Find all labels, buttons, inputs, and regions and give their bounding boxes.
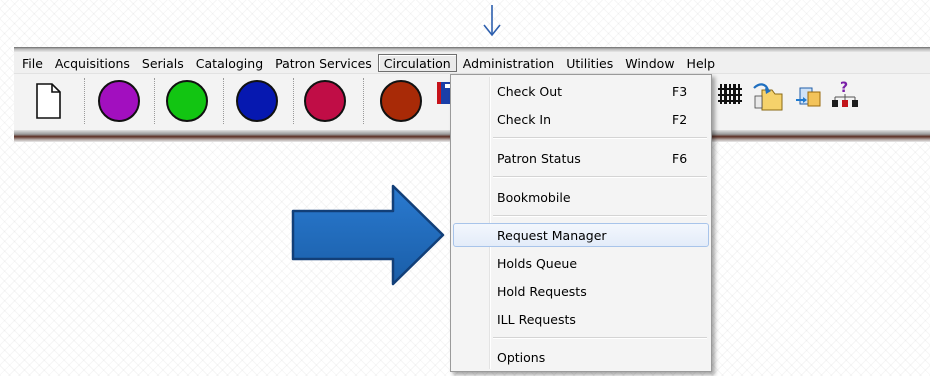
menu-acquisitions[interactable]: Acquisitions xyxy=(49,54,136,72)
menu-item-patron-status[interactable]: Patron Status F6 xyxy=(453,146,709,170)
blue-circle-button[interactable] xyxy=(228,76,284,126)
document-transfer-icon xyxy=(796,87,821,107)
document-transfer-button[interactable] xyxy=(790,76,824,126)
barcode-grid-button[interactable] xyxy=(714,76,746,126)
menu-administration[interactable]: Administration xyxy=(457,54,560,72)
menu-item-ill-requests[interactable]: ILL Requests xyxy=(453,307,709,331)
menu-item-label: Check In xyxy=(497,112,552,127)
brown-circle-icon xyxy=(380,80,422,122)
menu-item-label: Holds Queue xyxy=(497,256,578,271)
menu-item-label: Request Manager xyxy=(497,228,607,243)
menu-utilities[interactable]: Utilities xyxy=(560,54,619,72)
folder-transfer-icon xyxy=(753,83,783,111)
help-hierarchy-button[interactable]: ? xyxy=(828,76,862,126)
menu-item-holds-queue[interactable]: Holds Queue xyxy=(453,251,709,275)
annotation-right-arrow-icon xyxy=(291,184,445,286)
toolbar-separator xyxy=(293,78,295,124)
help-hierarchy-icon: ? xyxy=(832,80,858,107)
annotation-down-arrow-icon xyxy=(483,5,501,37)
purple-circle-button[interactable] xyxy=(92,76,148,126)
purple-circle-icon xyxy=(98,80,140,122)
toolbar-separator xyxy=(223,78,225,124)
menu-item-label: Bookmobile xyxy=(497,190,571,205)
menu-separator xyxy=(493,337,707,339)
menu-item-check-in[interactable]: Check In F2 xyxy=(453,107,709,131)
menu-file[interactable]: File xyxy=(16,54,49,72)
crimson-circle-button[interactable] xyxy=(298,76,354,126)
menu-item-label: ILL Requests xyxy=(497,312,576,327)
new-document-icon xyxy=(36,83,61,119)
menu-separator xyxy=(493,215,707,217)
menu-item-hold-requests[interactable]: Hold Requests xyxy=(453,279,709,303)
green-circle-button[interactable] xyxy=(160,76,216,126)
menu-circulation[interactable]: Circulation xyxy=(377,53,457,72)
toolbar-separator xyxy=(84,78,86,124)
barcode-grid-icon xyxy=(718,84,742,104)
folder-transfer-button[interactable] xyxy=(750,76,786,126)
menu-item-label: Patron Status xyxy=(497,151,581,166)
blue-circle-icon xyxy=(236,80,278,122)
menu-item-check-out[interactable]: Check Out F3 xyxy=(453,79,709,103)
menu-separator xyxy=(493,137,707,139)
green-circle-icon xyxy=(166,80,208,122)
menubar: File Acquisitions Serials Cataloging Pat… xyxy=(14,52,930,74)
menu-item-label: Options xyxy=(497,350,546,365)
brown-circle-button[interactable] xyxy=(370,76,426,126)
circulation-dropdown-menu: Check Out F3 Check In F2 Patron Status F… xyxy=(450,74,712,372)
menu-item-options[interactable]: Options xyxy=(453,345,709,369)
menu-window[interactable]: Window xyxy=(619,54,680,72)
menu-item-shortcut: F2 xyxy=(672,112,688,127)
toolbar-separator xyxy=(363,78,365,124)
menu-item-shortcut: F6 xyxy=(672,151,688,166)
menu-item-label: Check Out xyxy=(497,84,563,99)
menu-patron-services[interactable]: Patron Services xyxy=(269,54,378,72)
menu-item-bookmobile[interactable]: Bookmobile xyxy=(453,185,709,209)
menu-cataloging[interactable]: Cataloging xyxy=(190,54,269,72)
menu-help[interactable]: Help xyxy=(681,54,722,72)
menu-item-request-manager[interactable]: Request Manager xyxy=(453,223,709,247)
new-document-button[interactable] xyxy=(22,76,72,126)
menu-serials[interactable]: Serials xyxy=(136,54,190,72)
svg-text:?: ? xyxy=(840,80,848,96)
crimson-circle-icon xyxy=(304,80,346,122)
menu-item-shortcut: F3 xyxy=(672,84,688,99)
toolbar-separator xyxy=(154,78,156,124)
menu-item-label: Hold Requests xyxy=(497,284,587,299)
menu-separator xyxy=(493,176,707,178)
